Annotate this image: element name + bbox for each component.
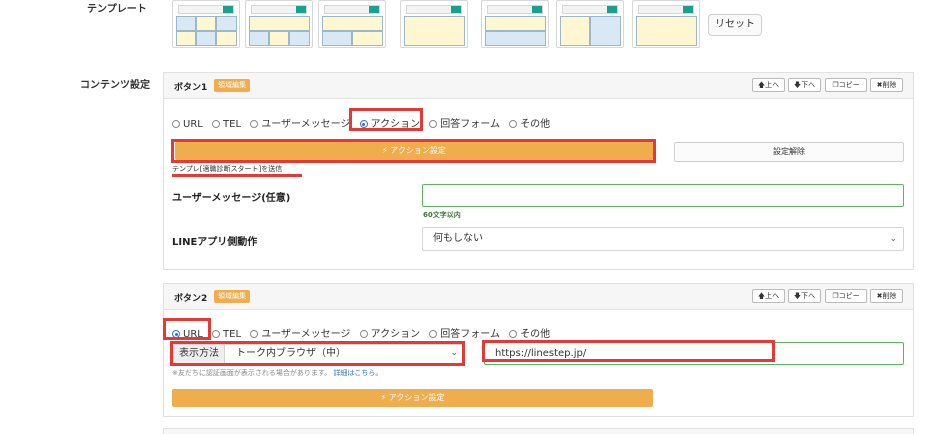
template-option-4[interactable] — [400, 0, 468, 48]
button2-radio-answer-form[interactable]: 回答フォーム — [429, 325, 500, 340]
template-option-1[interactable] — [172, 0, 240, 48]
highlight-box — [349, 108, 423, 131]
button1-header: ボタン1 領域編集 🡅上へ 🡇下へ ❐コピー ✖削除 — [164, 73, 913, 99]
button1-radio-answer-form[interactable]: 回答フォーム — [429, 115, 500, 130]
button1-radio-user-message[interactable]: ユーザーメッセージ — [250, 115, 350, 130]
highlight-box — [171, 139, 656, 163]
template-option-3[interactable] — [318, 0, 386, 48]
radio-icon — [212, 120, 221, 128]
arrow-up-icon: 🡅 — [757, 292, 766, 300]
line-app-label: LINEアプリ側動作 — [172, 237, 258, 248]
button3-panel-edge — [163, 428, 914, 434]
button1-move-down-button[interactable]: 🡇下へ — [788, 78, 821, 92]
template-option-6[interactable] — [556, 0, 624, 48]
highlight-box — [482, 340, 775, 362]
arrow-up-icon: 🡅 — [757, 81, 766, 89]
button2-radio-tel[interactable]: TEL — [212, 329, 241, 340]
button1-delete-button[interactable]: ✖削除 — [870, 78, 903, 92]
button1-move-up-button[interactable]: 🡅上へ — [752, 78, 785, 92]
button2-radio-other[interactable]: その他 — [509, 325, 550, 340]
button2-copy-button[interactable]: ❐コピー — [825, 289, 867, 303]
button2-action-settings-button[interactable]: ⚡ アクション設定 — [172, 389, 653, 407]
char-limit-note: 60文字以内 — [423, 211, 461, 219]
arrow-down-icon: 🡇 — [793, 292, 802, 300]
template-option-2[interactable] — [245, 0, 313, 48]
details-link[interactable]: 詳細はこちら。 — [333, 369, 382, 377]
radio-icon — [212, 330, 221, 338]
button1-radio-tel[interactable]: TEL — [212, 119, 241, 130]
button2-radio-action[interactable]: アクション — [359, 325, 420, 340]
user-message-input[interactable] — [422, 184, 904, 207]
highlight-underline — [172, 174, 302, 177]
radio-icon — [172, 120, 180, 128]
radio-icon — [359, 330, 368, 338]
button2-radio-user-message[interactable]: ユーザーメッセージ — [250, 325, 350, 340]
lightning-icon: ⚡ — [380, 393, 389, 402]
auth-note: ※友だちに認証画面が表示される場合があります。 詳細はこちら。 — [172, 369, 383, 377]
template-option-5[interactable] — [481, 0, 549, 48]
radio-icon — [509, 120, 518, 128]
radio-icon — [250, 330, 259, 338]
highlight-box — [170, 341, 465, 366]
button1-area-edit-badge[interactable]: 領域編集 — [214, 79, 250, 92]
button2-area-edit-badge[interactable]: 領域編集 — [214, 290, 250, 303]
radio-icon — [509, 330, 518, 338]
button2-type-radio-group: URL TEL ユーザーメッセージ アクション 回答フォーム その他 — [172, 325, 556, 340]
chevron-down-icon: ⌄ — [889, 234, 897, 244]
button1-radio-url[interactable]: URL — [172, 119, 203, 130]
button2-title: ボタン2 — [174, 294, 208, 304]
reset-button[interactable]: リセット — [708, 14, 762, 36]
button2-move-up-button[interactable]: 🡅上へ — [752, 289, 785, 303]
button1-action-description: テンプレ[適職診断スタート]を送信 — [172, 165, 283, 173]
button1-radio-other[interactable]: その他 — [509, 115, 550, 130]
radio-icon — [429, 120, 438, 128]
highlight-box — [163, 318, 211, 340]
content-settings-label: コンテンツ設定 — [80, 80, 150, 91]
button1-copy-button[interactable]: ❐コピー — [825, 78, 867, 92]
button1-clear-settings-button[interactable]: 設定解除 — [674, 142, 904, 162]
button2-header: ボタン2 領域編集 🡅上へ 🡇下へ ❐コピー ✖削除 — [164, 284, 913, 310]
line-app-select[interactable]: 何もしない ⌄ — [422, 227, 904, 251]
user-message-label: ユーザーメッセージ(任意) — [172, 193, 291, 204]
arrow-down-icon: 🡇 — [793, 81, 802, 89]
template-label: テンプレート — [87, 4, 147, 15]
button2-move-down-button[interactable]: 🡇下へ — [788, 289, 821, 303]
template-option-7[interactable] — [632, 0, 700, 48]
button1-title: ボタン1 — [174, 83, 208, 93]
radio-icon — [429, 330, 438, 338]
radio-icon — [250, 120, 259, 128]
button2-delete-button[interactable]: ✖削除 — [870, 289, 903, 303]
